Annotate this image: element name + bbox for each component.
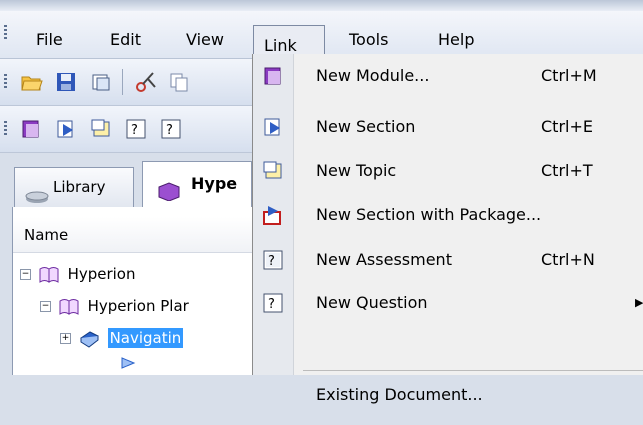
assessment-icon[interactable]: ?	[125, 118, 147, 140]
section-icon	[121, 357, 136, 369]
content-tree-panel: Name − Hyperion − Hyperion Plar + Naviga…	[12, 207, 253, 375]
new-topic-icon[interactable]	[90, 118, 112, 140]
tab-hyperion[interactable]: Hype	[142, 161, 252, 207]
module-icon	[262, 65, 284, 87]
menu-view[interactable]: View	[180, 28, 230, 52]
section-icon	[262, 116, 284, 138]
menu-item-new-section[interactable]: New Section Ctrl+E	[253, 107, 643, 147]
toolbar-link: ? ?	[0, 106, 252, 153]
menu-item-new-section-with-package[interactable]: New Section with Package...	[253, 195, 643, 235]
menu-edit[interactable]: Edit	[104, 28, 147, 52]
svg-text:?: ?	[131, 123, 138, 138]
package-icon	[262, 204, 284, 226]
menu-item-new-topic[interactable]: New Topic Ctrl+T	[253, 151, 643, 191]
menu-separator	[303, 370, 643, 371]
svg-text:?: ?	[268, 297, 275, 312]
menu-item-new-question[interactable]: ? New Question ▶	[253, 283, 643, 323]
collapse-toggle[interactable]: −	[20, 269, 31, 280]
open-book-icon	[59, 298, 79, 315]
assessment-icon: ?	[262, 249, 284, 271]
svg-text:?: ?	[166, 123, 173, 138]
menu-help[interactable]: Help	[432, 28, 480, 52]
menu-item-existing-document[interactable]: Existing Document...	[253, 385, 643, 425]
menubar-grip[interactable]	[4, 25, 7, 41]
window-top-strip	[0, 0, 643, 11]
cut-icon[interactable]	[135, 71, 157, 93]
question-icon: ?	[262, 292, 284, 314]
svg-text:?: ?	[268, 254, 275, 269]
expand-toggle[interactable]: +	[60, 333, 71, 344]
tab-strip: Library Hype	[0, 155, 252, 207]
menu-file[interactable]: File	[30, 28, 69, 52]
save-icon[interactable]	[55, 71, 77, 93]
module-tab-icon	[157, 174, 181, 207]
open-folder-icon[interactable]	[20, 71, 43, 93]
toolbar-standard	[0, 59, 252, 106]
submenu-arrow-icon: ▶	[635, 296, 643, 309]
tab-library[interactable]: Library	[14, 167, 134, 207]
menu-item-new-assessment[interactable]: ? New Assessment Ctrl+N	[253, 240, 643, 280]
print-preview-icon[interactable]	[90, 71, 112, 93]
collapse-toggle[interactable]: −	[40, 301, 51, 312]
new-module-icon[interactable]	[20, 118, 42, 140]
column-header-name[interactable]: Name	[13, 217, 253, 253]
question-icon[interactable]: ?	[160, 118, 182, 140]
topic-icon	[262, 160, 284, 182]
blue-book-icon	[79, 330, 99, 348]
link-menu-dropdown: New Module... Ctrl+M New Section Ctrl+E …	[252, 54, 643, 404]
toolbar-grip[interactable]	[4, 121, 7, 137]
menu-bar: File Edit View Link Tools Help	[0, 11, 643, 65]
toolbar-separator	[122, 69, 123, 95]
tree-row[interactable]: − Hyperion	[20, 262, 136, 286]
open-book-icon	[39, 266, 59, 283]
new-section-icon[interactable]	[55, 118, 77, 140]
menu-item-new-module[interactable]: New Module... Ctrl+M	[253, 56, 643, 96]
tree-row[interactable]: + Navigatin	[60, 326, 184, 350]
toolbar-grip[interactable]	[4, 74, 7, 90]
menu-tools[interactable]: Tools	[343, 28, 394, 52]
tree-row[interactable]	[120, 353, 138, 377]
copy-icon[interactable]	[168, 71, 190, 93]
tree-row[interactable]: − Hyperion Plar	[40, 294, 189, 318]
